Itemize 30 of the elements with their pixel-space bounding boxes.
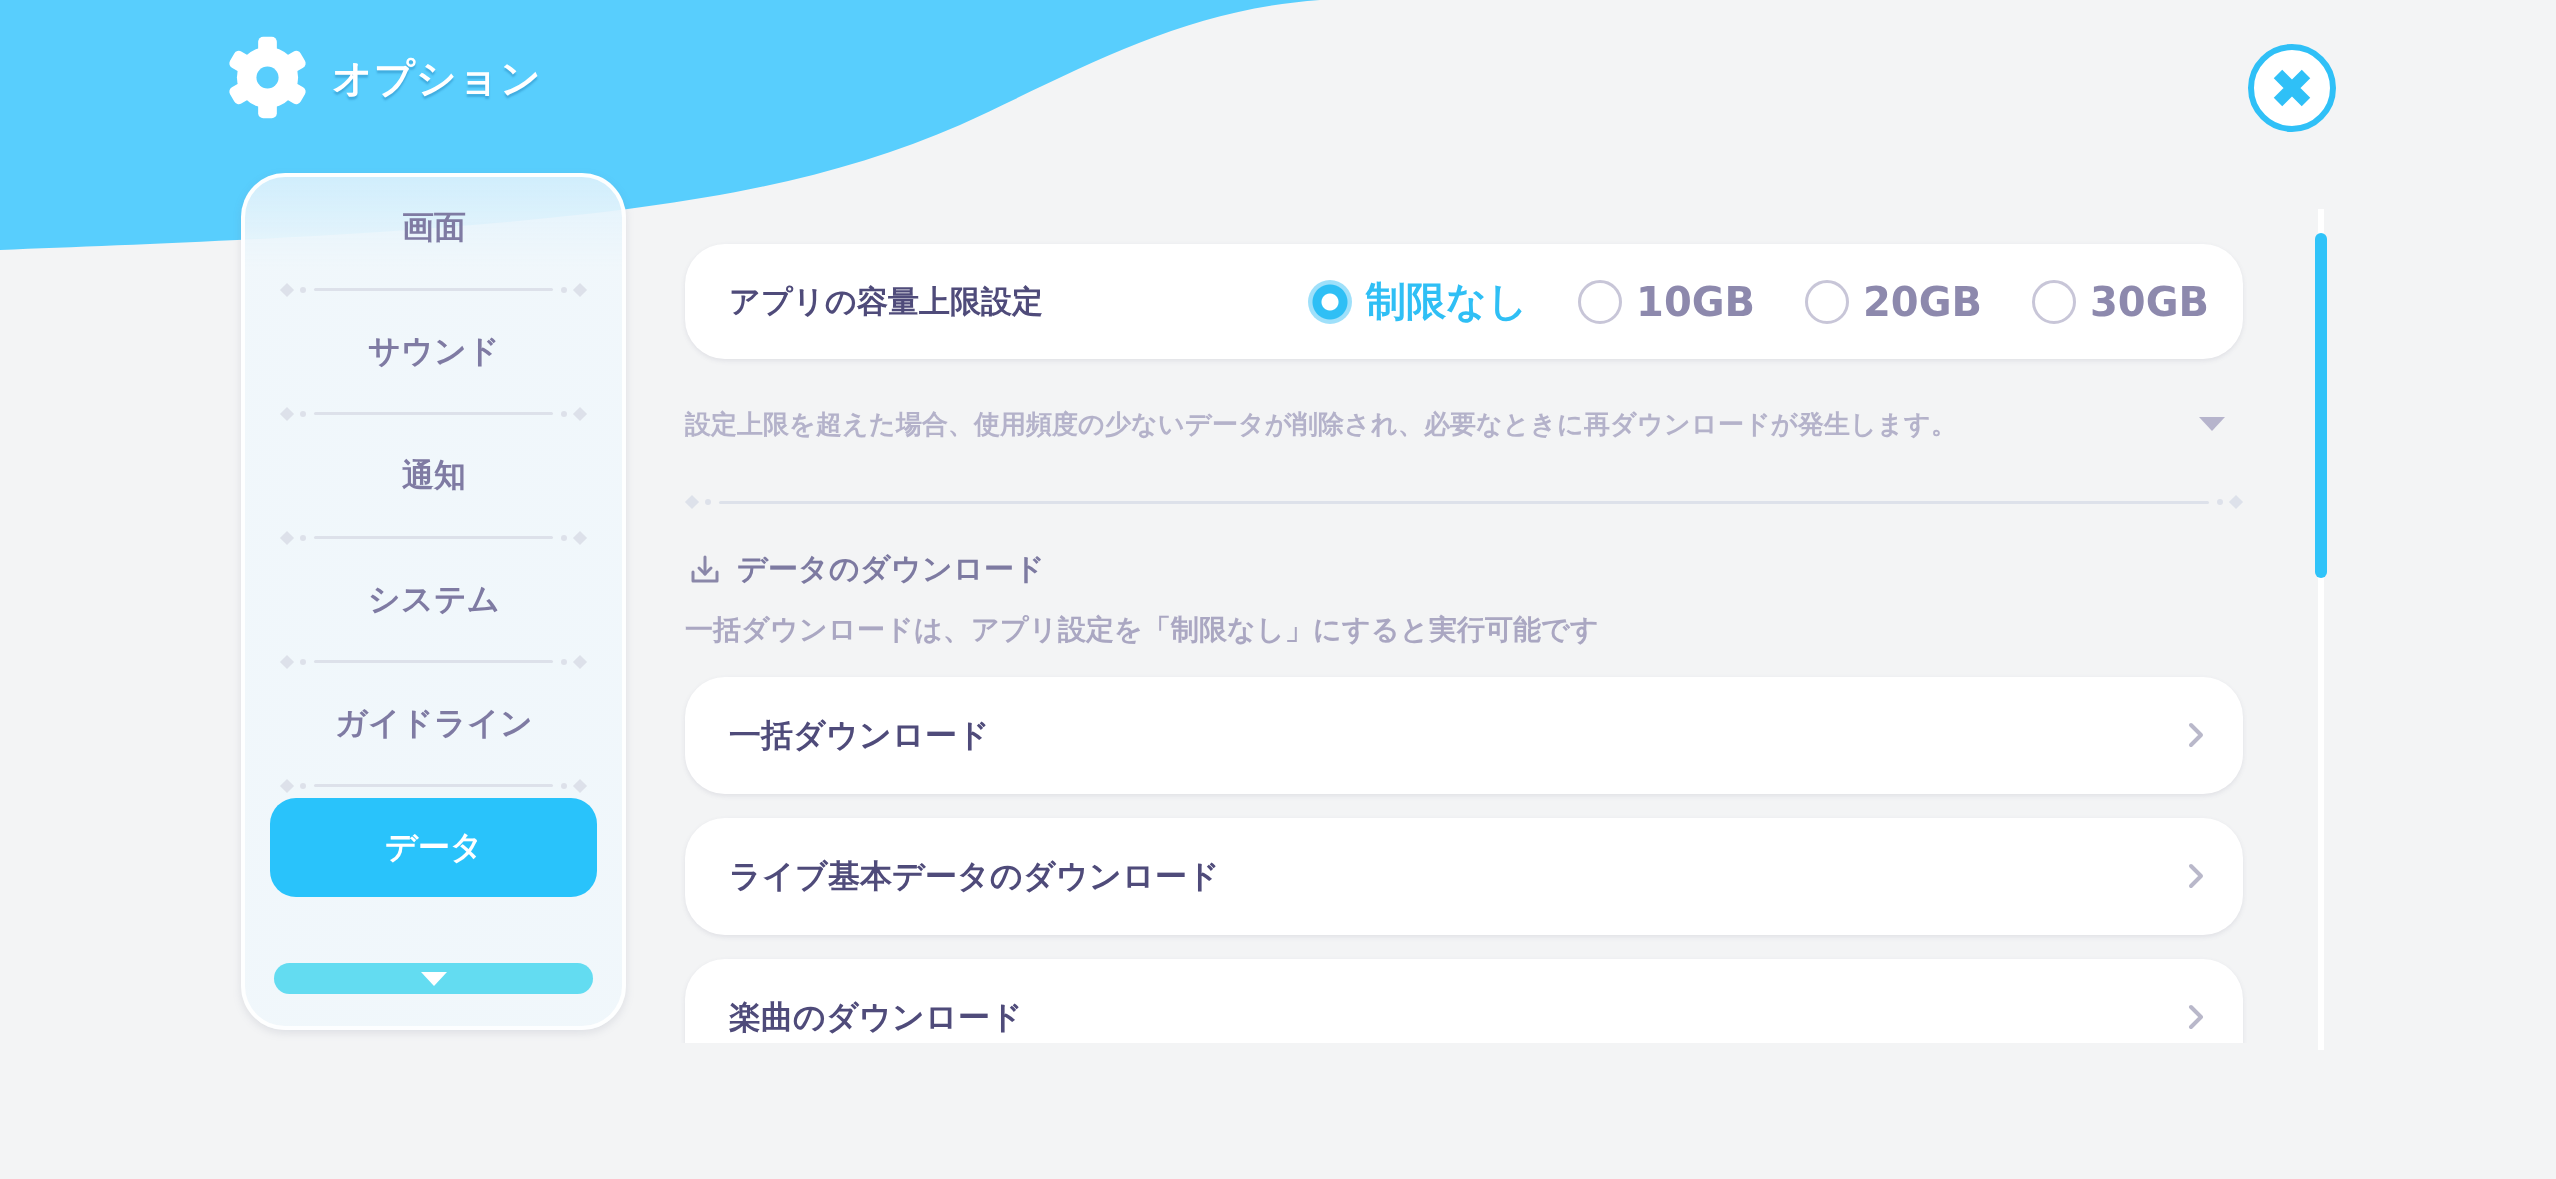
page-title: オプション: [332, 53, 542, 103]
menu-row[interactable]: 楽曲のダウンロード: [685, 959, 2243, 1043]
close-icon: [2247, 43, 2337, 133]
chevron-right-icon: [2188, 722, 2204, 748]
close-button[interactable]: [2247, 43, 2337, 133]
caret-down-icon: [420, 971, 447, 986]
scroll-down-button[interactable]: [274, 963, 593, 994]
caret-down-icon[interactable]: [2199, 417, 2225, 431]
radio-option[interactable]: 制限なし: [1308, 274, 1529, 329]
setting-label: アプリの容量上限設定: [729, 281, 1043, 321]
section-description: 一括ダウンロードは、アプリ設定を「制限なし」にすると実行可能です: [685, 613, 1600, 647]
note-text: 設定上限を超えた場合、使用頻度の少ないデータが削除され、必要なときに再ダウンロードが発生します。: [685, 408, 1957, 441]
sidebar-tab[interactable]: 画面: [270, 178, 597, 277]
download-icon: [691, 555, 719, 583]
radio-option[interactable]: 20GB: [1805, 274, 1982, 329]
section-heading: データのダウンロード: [737, 550, 1045, 588]
menu-row[interactable]: ライブ基本データのダウンロード: [685, 818, 2243, 935]
sidebar-tab[interactable]: サウンド: [270, 302, 597, 401]
chevron-right-icon: [2188, 863, 2204, 889]
sidebar-tab[interactable]: データ: [270, 798, 597, 897]
menu-row[interactable]: 一括ダウンロード: [685, 677, 2243, 794]
radio-button[interactable]: [2032, 279, 2076, 324]
sidebar-tab[interactable]: システム: [270, 550, 597, 649]
chevron-right-icon: [2188, 1004, 2204, 1030]
radio-option[interactable]: 10GB: [1578, 274, 1756, 329]
scrollbar-track[interactable]: [2315, 209, 2327, 1050]
scrollbar-thumb[interactable]: [2315, 233, 2327, 578]
sidebar-tab[interactable]: ガイドライン: [270, 674, 597, 773]
sidebar-tab[interactable]: 通知: [270, 426, 597, 525]
radio-option[interactable]: 30GB: [2032, 274, 2209, 329]
